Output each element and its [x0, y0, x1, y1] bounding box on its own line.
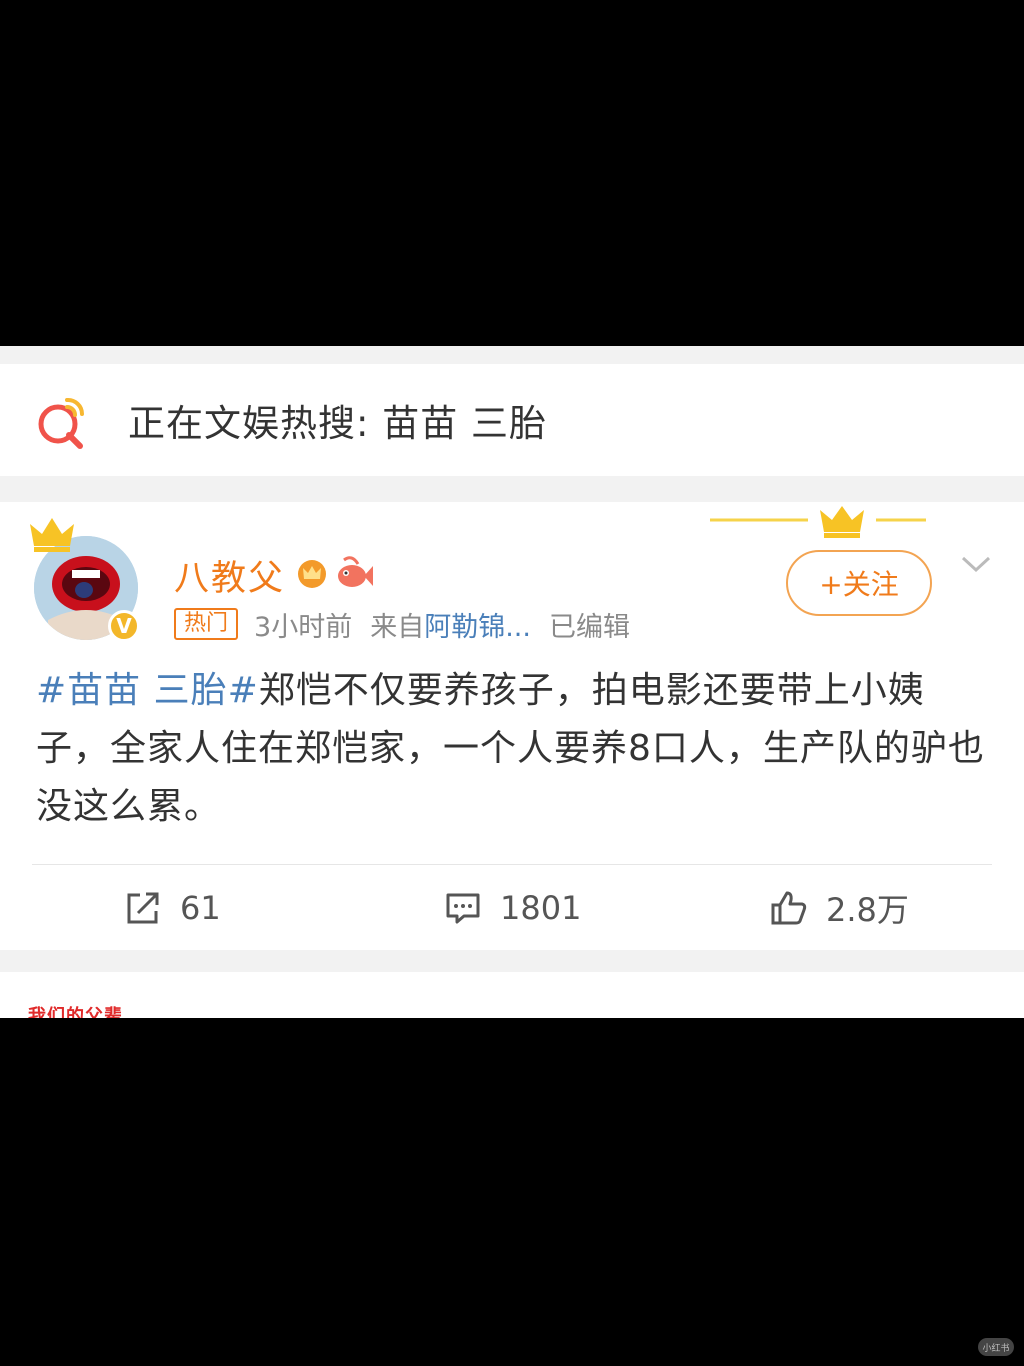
source-link[interactable]: 阿勒锦... [424, 605, 531, 644]
post-time: 3小时前 [254, 611, 353, 643]
next-post-card[interactable]: 我们的父辈 [0, 972, 1024, 1018]
post-meta: 热门 3小时前 来自 阿勒锦... 已编辑 [174, 605, 630, 644]
post-card: V 八教父 热门 3小时前 来自 阿勒锦... 已编辑 +关注 #苗苗 三胎#郑… [0, 502, 1024, 950]
repost-count: 61 [180, 889, 221, 927]
repost-button[interactable]: 61 [124, 866, 221, 950]
repost-icon [127, 892, 159, 924]
thumbs-up-icon [771, 891, 807, 925]
fish-icon [338, 556, 373, 587]
divider [32, 864, 992, 865]
comment-icon [446, 893, 480, 924]
hot-search-text[interactable]: 正在文娱热搜: 苗苗 三胎 [128, 364, 547, 476]
action-bar: 61 1801 2.8万 [0, 866, 1024, 950]
hot-tag-badge: 热门 [174, 608, 239, 640]
verified-v-icon: V [108, 610, 140, 642]
watermark: 小红书 [978, 1338, 1014, 1356]
crown-decoration [710, 506, 926, 538]
from-label: 来自 [370, 611, 425, 643]
topic-link[interactable]: #苗苗 三胎# [36, 670, 259, 711]
avatar[interactable]: V [28, 516, 152, 646]
like-button[interactable]: 2.8万 [770, 866, 909, 950]
edited-label: 已编辑 [548, 611, 630, 643]
follow-button[interactable]: +关注 [786, 550, 932, 616]
like-count: 2.8万 [826, 891, 909, 929]
post-content: #苗苗 三胎#郑恺不仅要养孩子，拍电影还要带上小姨子，全家人住在郑恺家，一个人要… [36, 662, 992, 836]
next-post-logo: 我们的父辈 [28, 1006, 123, 1018]
username[interactable]: 八教父 [174, 550, 285, 601]
vip-crown-icon [298, 560, 326, 588]
comment-button[interactable]: 1801 [444, 866, 581, 950]
comment-count: 1801 [500, 889, 582, 927]
hot-search-bar[interactable]: 正在文娱热搜: 苗苗 三胎 [0, 364, 1024, 476]
chevron-down-icon[interactable] [960, 552, 992, 576]
crown-icon [30, 518, 74, 552]
search-q-icon [38, 397, 85, 449]
weibo-screenshot: 正在文娱热搜: 苗苗 三胎 V 八教父 热门 3小时前 来自 阿勒锦... 已编… [0, 346, 1024, 1018]
